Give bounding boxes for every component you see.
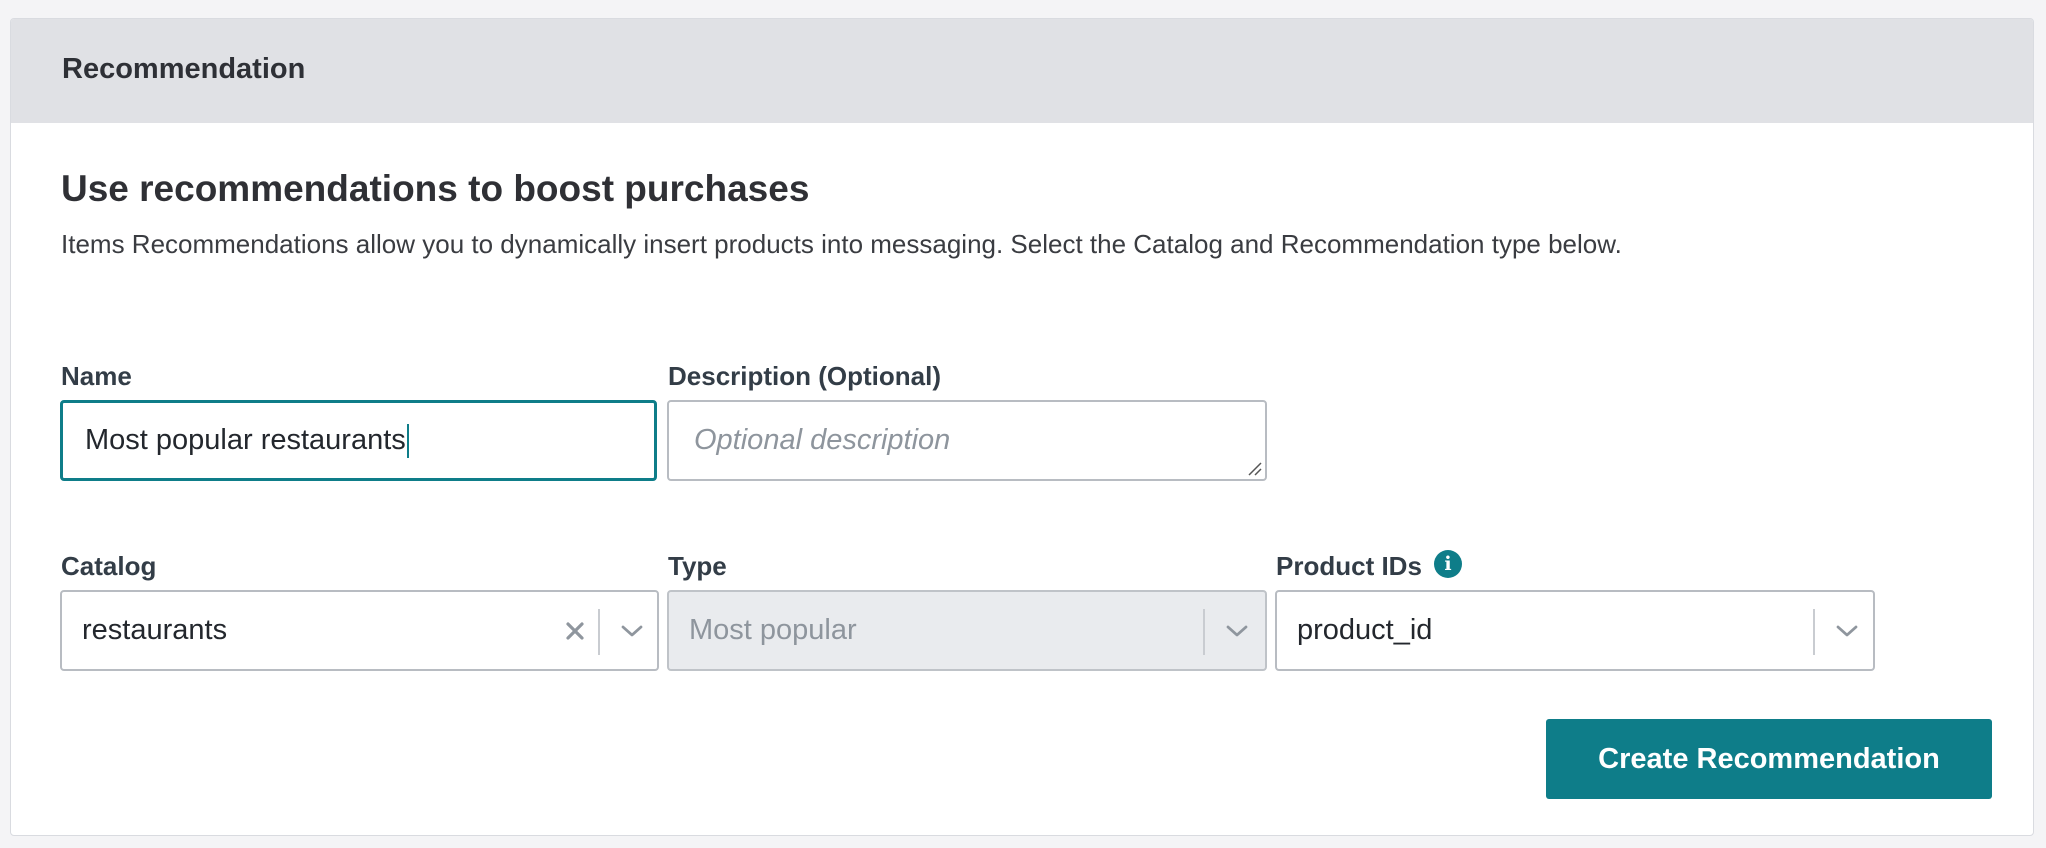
type-label: Type: [668, 551, 727, 581]
catalog-label: Catalog: [61, 551, 157, 581]
select-divider: [1813, 609, 1815, 655]
recommendation-panel: Recommendation Use recommendations to bo…: [10, 18, 2034, 836]
name-input-value: Most popular restaurants: [85, 424, 406, 456]
page-headline: Use recommendations to boost purchases: [61, 168, 810, 209]
panel-title: Recommendation: [62, 53, 306, 85]
info-icon[interactable]: i: [1434, 550, 1462, 578]
page-description: Items Recommendations allow you to dynam…: [61, 229, 1622, 259]
catalog-select-value: restaurants: [82, 614, 228, 646]
clear-icon[interactable]: [552, 592, 598, 669]
catalog-select[interactable]: restaurants: [60, 590, 659, 671]
description-label: Description (Optional): [668, 361, 941, 391]
product-ids-select-value: product_id: [1297, 614, 1433, 646]
select-divider: [598, 609, 600, 655]
description-placeholder: Optional description: [694, 424, 951, 456]
chevron-down-icon[interactable]: [1214, 592, 1260, 669]
resize-handle-icon[interactable]: [1246, 460, 1262, 476]
chevron-down-icon[interactable]: [609, 592, 655, 669]
name-label: Name: [61, 361, 132, 391]
type-select-value: Most popular: [689, 614, 857, 646]
description-textarea[interactable]: Optional description: [667, 400, 1267, 481]
product-ids-select[interactable]: product_id: [1275, 590, 1875, 671]
panel-header: Recommendation: [11, 19, 2033, 123]
chevron-down-icon[interactable]: [1824, 592, 1870, 669]
type-select[interactable]: Most popular: [667, 590, 1267, 671]
product-ids-label: Product IDs: [1276, 551, 1422, 581]
name-input[interactable]: Most popular restaurants: [60, 400, 657, 481]
create-recommendation-button[interactable]: Create Recommendation: [1546, 719, 1992, 799]
select-divider: [1203, 609, 1205, 655]
text-caret: [406, 423, 409, 458]
